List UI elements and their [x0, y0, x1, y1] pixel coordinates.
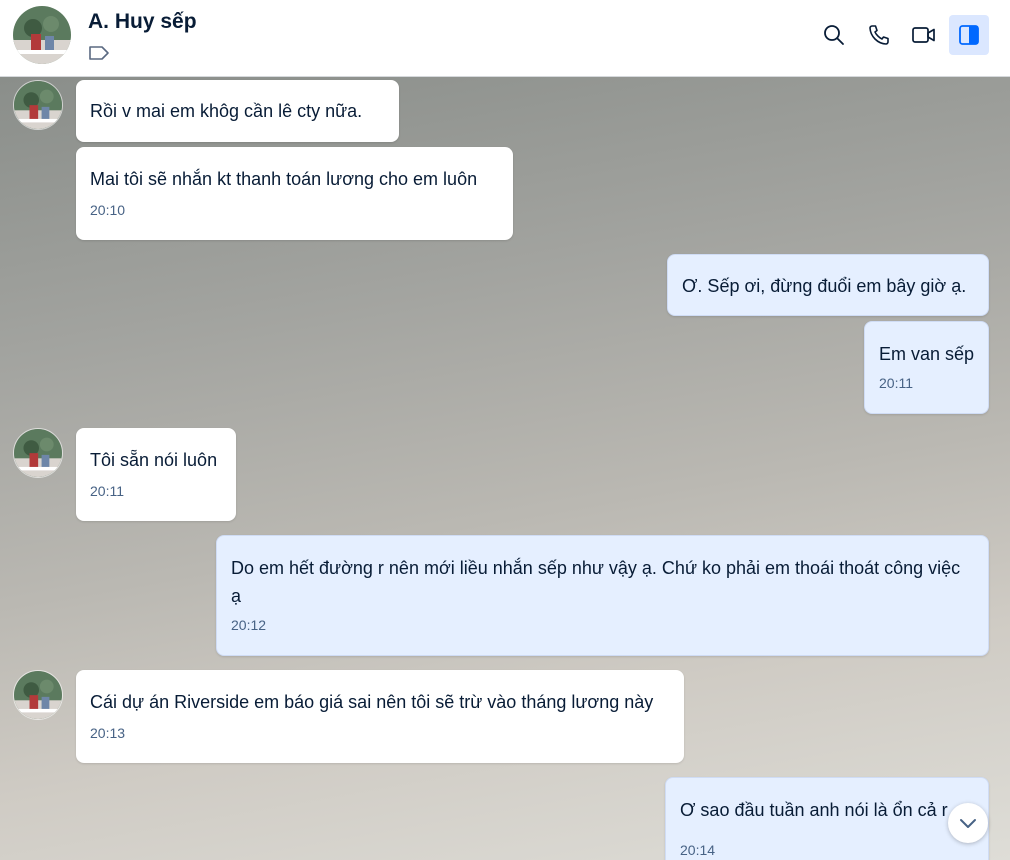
message-bubble[interactable]: Em van sếp 20:11 [864, 321, 989, 414]
message-text: Rồi v mai em khôg cần lê cty nữa. [90, 101, 363, 121]
chevron-down-icon [960, 819, 976, 828]
video-call-icon [912, 27, 935, 43]
message-bubble[interactable]: Tôi sẵn nói luôn 20:11 [76, 428, 236, 521]
message-bubble[interactable]: Ơ. Sếp ơi, đừng đuổi em bây giờ ạ. [667, 254, 989, 316]
phone-icon [869, 25, 889, 45]
message-time: 20:12 [231, 617, 267, 633]
voice-call-button[interactable] [859, 15, 899, 55]
message-text: Ơ sao đầu tuần anh nói là ổn cả r [680, 800, 948, 820]
message-text: Cái dự án Riverside em báo giá sai nên t… [90, 692, 654, 712]
label-tag-icon[interactable] [88, 45, 110, 61]
sidebar-toggle-button[interactable] [949, 15, 989, 55]
message-text: Tôi sẵn nói luôn [90, 450, 218, 470]
video-call-button[interactable] [904, 15, 944, 55]
message-time: 20:11 [879, 375, 913, 391]
chat-messages-area[interactable]: Rồi v mai em khôg cần lê cty nữa. Mai tô… [0, 77, 1010, 860]
scroll-to-bottom-button[interactable] [948, 803, 988, 843]
chat-header: A. Huy sếp [0, 0, 1010, 77]
message-bubble[interactable]: Cái dự án Riverside em báo giá sai nên t… [76, 670, 684, 763]
contact-avatar[interactable] [13, 6, 71, 64]
sidebar-toggle-icon [959, 25, 979, 45]
search-button[interactable] [814, 15, 854, 55]
contact-name[interactable]: A. Huy sếp [88, 10, 197, 34]
message-bubble[interactable]: Do em hết đường r nên mới liều nhắn sếp … [216, 535, 989, 656]
message-time: 20:14 [680, 842, 716, 858]
message-time: 20:11 [90, 483, 124, 499]
contact-avatar[interactable] [13, 80, 63, 130]
message-bubble[interactable]: Mai tôi sẽ nhắn kt thanh toán lương cho … [76, 147, 513, 240]
contact-avatar[interactable] [13, 670, 63, 720]
message-text: Do em hết đường r nên mới liều nhắn sếp … [231, 558, 961, 606]
search-icon [824, 25, 844, 45]
message-text: Ơ. Sếp ơi, đừng đuổi em bây giờ ạ. [682, 276, 967, 296]
contact-avatar[interactable] [13, 428, 63, 478]
message-time: 20:10 [90, 202, 126, 218]
message-bubble[interactable]: Ơ sao đầu tuần anh nói là ổn cả r 20:14 [665, 777, 989, 860]
message-bubble[interactable]: Rồi v mai em khôg cần lê cty nữa. [76, 80, 399, 142]
message-time: 20:13 [90, 725, 126, 741]
message-text: Mai tôi sẽ nhắn kt thanh toán lương cho … [90, 169, 478, 189]
message-text: Em van sếp [879, 344, 975, 364]
